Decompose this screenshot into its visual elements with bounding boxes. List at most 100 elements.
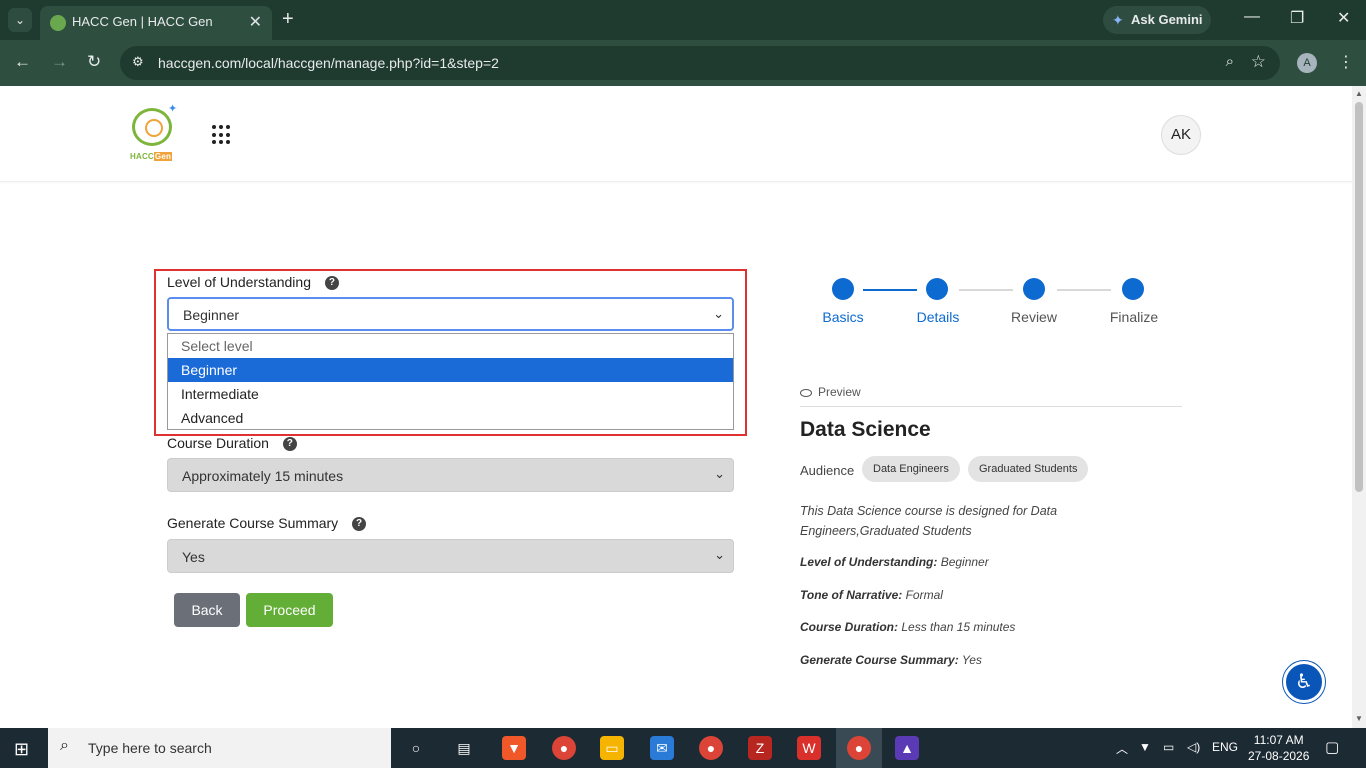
taskbar-clock[interactable]: 11:07 AM 27-08-2026 bbox=[1248, 732, 1309, 764]
clock-date: 27-08-2026 bbox=[1248, 749, 1310, 763]
filezilla-icon[interactable]: Z bbox=[748, 736, 772, 760]
tab-title: HACC Gen | HACC Gen bbox=[72, 14, 213, 29]
notification-icon[interactable]: ▢ bbox=[1325, 738, 1339, 756]
browser-tab-bar: ⌄ HACC Gen | HACC Gen ✕ + ✦ Ask Gemini —… bbox=[0, 0, 1366, 40]
dropdown-option[interactable]: Select level bbox=[168, 334, 733, 358]
level-help-icon[interactable]: ? bbox=[324, 276, 339, 291]
bookmark-star-icon[interactable]: ☆ bbox=[1251, 52, 1266, 72]
dropdown-option[interactable]: Intermediate bbox=[168, 382, 733, 406]
proceed-button[interactable]: Proceed bbox=[246, 593, 333, 627]
level-label: Level of Understanding bbox=[167, 274, 311, 290]
user-avatar[interactable]: AK bbox=[1161, 115, 1201, 155]
dropdown-option-selected[interactable]: Beginner bbox=[168, 358, 733, 382]
preview-meta-row: Course Duration: Less than 15 minutes bbox=[800, 620, 1015, 634]
forward-arrow-icon[interactable]: → bbox=[51, 52, 68, 72]
summary-select[interactable]: Yes ⌄ bbox=[167, 539, 734, 573]
duration-help-icon[interactable]: ? bbox=[282, 437, 297, 452]
close-window-icon[interactable]: ✕ bbox=[1337, 8, 1350, 28]
duration-select[interactable]: Approximately 15 minutes ⌄ bbox=[167, 458, 734, 492]
apps-grid-icon[interactable] bbox=[212, 125, 232, 145]
summary-help-icon[interactable]: ? bbox=[352, 517, 367, 532]
preview-meta-row: Generate Course Summary: Yes bbox=[800, 653, 982, 667]
volume-icon[interactable]: ◁) bbox=[1187, 740, 1200, 754]
browser-toolbar: ← → ↻ ⚙ haccgen.com/local/haccgen/manage… bbox=[0, 40, 1366, 86]
back-button[interactable]: Back bbox=[174, 593, 240, 627]
language-indicator[interactable]: ENG bbox=[1212, 740, 1238, 754]
ask-gemini-button[interactable]: ✦ Ask Gemini bbox=[1103, 6, 1211, 34]
app-icon[interactable]: ▲ bbox=[895, 736, 919, 760]
level-dropdown-list: Select level Beginner Intermediate Advan… bbox=[167, 333, 734, 430]
tray-chevron-icon[interactable]: ︿ bbox=[1116, 740, 1128, 757]
site-header: ✦ HACCGen AK bbox=[0, 86, 1352, 182]
haccgen-logo[interactable]: ✦ HACCGen bbox=[130, 103, 178, 164]
duration-label: Course Duration bbox=[167, 435, 269, 451]
address-bar[interactable]: ⚙ haccgen.com/local/haccgen/manage.php?i… bbox=[120, 46, 1280, 80]
meta-value: Less than 15 minutes bbox=[901, 620, 1016, 634]
chevron-down-icon: ⌄ bbox=[713, 306, 724, 321]
scroll-down-icon[interactable]: ▼ bbox=[1355, 714, 1363, 723]
page-scrollbar[interactable]: ▲ ▼ bbox=[1352, 86, 1366, 728]
eye-icon bbox=[800, 388, 812, 397]
scroll-up-icon[interactable]: ▲ bbox=[1355, 89, 1363, 98]
site-info-icon[interactable]: ⚙ bbox=[132, 54, 144, 70]
step-label-details[interactable]: Details bbox=[898, 309, 978, 325]
meta-value: Beginner bbox=[940, 555, 989, 569]
chrome-icon[interactable]: ● bbox=[552, 736, 576, 760]
step-label-review[interactable]: Review bbox=[994, 309, 1074, 325]
step-dot-finalize[interactable] bbox=[1122, 278, 1144, 300]
preview-description: This Data Science course is designed for… bbox=[800, 504, 1058, 538]
step-label-finalize[interactable]: Finalize bbox=[1094, 309, 1174, 325]
duration-label-row: Course Duration ? bbox=[167, 435, 297, 452]
browser-menu-icon[interactable]: ⋮ bbox=[1338, 52, 1354, 72]
chrome-profile-icon[interactable]: ● bbox=[699, 736, 723, 760]
meta-label: Course Duration: bbox=[800, 620, 899, 634]
preview-heading: Preview bbox=[800, 385, 861, 399]
tab-search-button[interactable]: ⌄ bbox=[8, 8, 32, 32]
browser-tab[interactable]: HACC Gen | HACC Gen ✕ bbox=[40, 6, 272, 40]
meta-label: Level of Understanding: bbox=[800, 555, 938, 569]
step-label-basics[interactable]: Basics bbox=[803, 309, 883, 325]
task-view-icon[interactable]: ○ bbox=[404, 736, 428, 760]
reload-icon[interactable]: ↻ bbox=[87, 52, 101, 72]
brave-browser-icon[interactable]: ▼ bbox=[502, 736, 526, 760]
taskbar-search-box[interactable]: ⌕ Type here to search bbox=[48, 728, 391, 768]
network-icon[interactable]: ▭ bbox=[1163, 740, 1174, 754]
step-dot-basics[interactable] bbox=[832, 278, 854, 300]
widgets-icon[interactable]: ▤ bbox=[452, 736, 476, 760]
profile-avatar[interactable]: A bbox=[1297, 53, 1317, 73]
step-dot-details[interactable] bbox=[926, 278, 948, 300]
preview-meta-row: Tone of Narrative: Formal bbox=[800, 588, 943, 602]
step-connector bbox=[1057, 289, 1111, 291]
windows-start-icon[interactable]: ⊞ bbox=[14, 739, 29, 760]
minimize-icon[interactable]: — bbox=[1244, 8, 1260, 26]
level-select[interactable]: Beginner ⌄ bbox=[167, 297, 734, 331]
file-explorer-icon[interactable]: ▭ bbox=[600, 736, 624, 760]
accessibility-icon[interactable]: ♿ bbox=[1283, 661, 1325, 703]
back-arrow-icon[interactable]: ← bbox=[14, 52, 31, 72]
zoom-icon[interactable]: ⌕ bbox=[1226, 53, 1234, 70]
level-select-value: Beginner bbox=[183, 307, 240, 323]
audience-chip: Graduated Students bbox=[968, 456, 1089, 482]
step-dot-review[interactable] bbox=[1023, 278, 1045, 300]
step-connector bbox=[959, 289, 1013, 291]
new-tab-icon[interactable]: + bbox=[282, 8, 294, 30]
dropdown-option[interactable]: Advanced bbox=[168, 406, 733, 430]
tray-app-icon[interactable]: ▼ bbox=[1139, 740, 1151, 754]
preview-title: Data Science bbox=[800, 418, 931, 441]
step-connector bbox=[863, 289, 917, 291]
site-favicon-icon bbox=[50, 15, 66, 31]
mail-icon[interactable]: ✉ bbox=[650, 736, 674, 760]
scrollbar-thumb[interactable] bbox=[1355, 102, 1363, 492]
level-label-row: Level of Understanding ? bbox=[167, 274, 339, 291]
chrome-active-icon[interactable]: ● bbox=[847, 736, 871, 760]
url-text[interactable]: haccgen.com/local/haccgen/manage.php?id=… bbox=[158, 55, 499, 71]
brain-logo-icon bbox=[132, 108, 172, 146]
sparkle-icon: ✦ bbox=[168, 103, 178, 115]
meta-label: Generate Course Summary: bbox=[800, 653, 959, 667]
summary-select-value: Yes bbox=[182, 549, 205, 565]
meta-value: Yes bbox=[961, 653, 982, 667]
restore-icon[interactable]: ❐ bbox=[1290, 8, 1304, 28]
wps-office-icon[interactable]: W bbox=[797, 736, 821, 760]
close-tab-icon[interactable]: ✕ bbox=[249, 12, 262, 32]
preview-meta-row: Level of Understanding: Beginner bbox=[800, 555, 989, 569]
